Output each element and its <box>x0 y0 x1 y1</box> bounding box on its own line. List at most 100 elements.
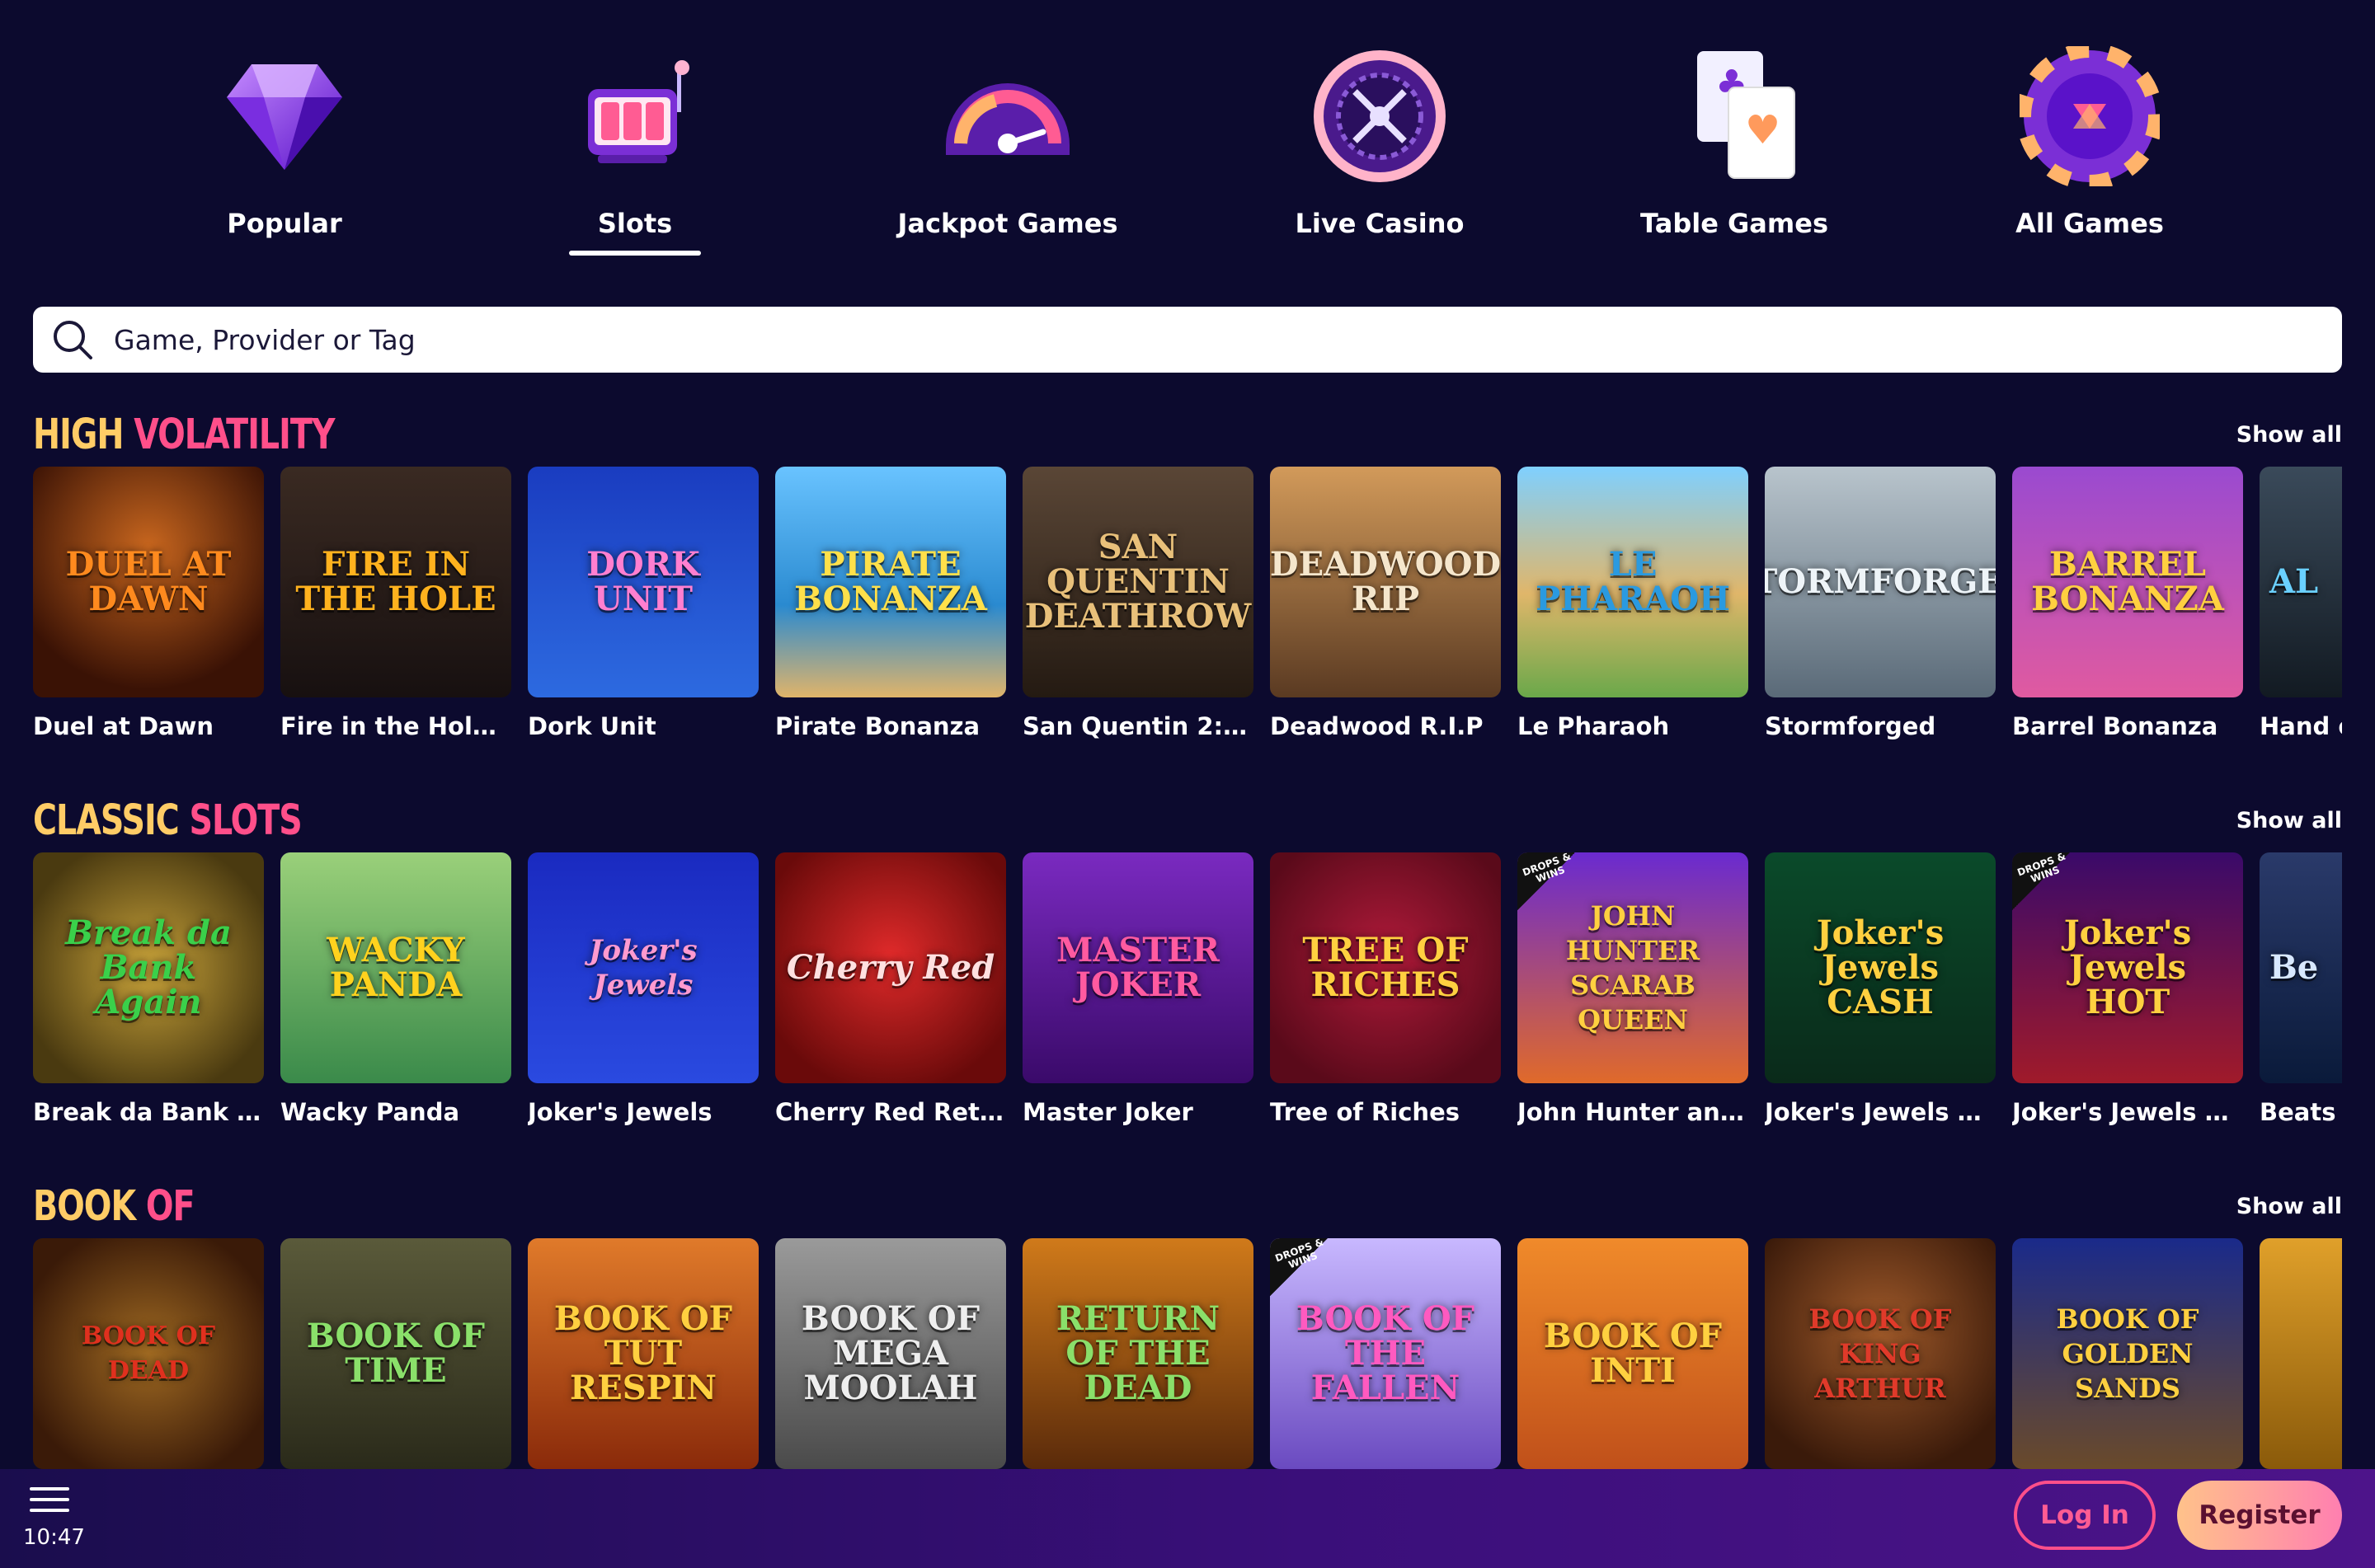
game-name: Le Pharaoh <box>1517 712 1670 740</box>
game-tile[interactable]: WACKY PANDA Wacky Panda <box>280 852 511 1126</box>
game-thumbnail: Joker's Jewels CASH <box>1765 852 1996 1083</box>
game-tile[interactable]: Joker's Jewels CASH Joker's Jewels Cash <box>1765 852 1996 1126</box>
game-thumbnail: RETURN OF THE DEAD <box>1023 1238 1253 1469</box>
game-tile[interactable]: BOOK OF TUT RESPIN <box>528 1238 759 1469</box>
tab-live-casino[interactable]: Live Casino <box>1256 46 1503 261</box>
drops-wins-badge: DROPS & WINS <box>1517 852 1575 910</box>
game-name: Stormforged <box>1765 712 1936 740</box>
game-tile[interactable]: BOOK OF INTI <box>1517 1238 1748 1469</box>
game-name: Barrel Bonanza <box>2012 712 2218 740</box>
svg-text:♥: ♥ <box>1745 107 1780 153</box>
game-thumbnail: BOOK OF MEGA MOOLAH <box>775 1238 1006 1469</box>
section-header: BOOK OF <box>33 1182 195 1232</box>
tab-table-games[interactable]: ♣ ♥ Table Games <box>1611 46 1858 261</box>
game-row: Break da Bank Again Break da Bank Ag... … <box>33 852 2342 1157</box>
game-thumbnail: PIRATE BONANZA <box>775 467 1006 697</box>
game-name: Joker's Jewels <box>528 1098 712 1126</box>
game-thumbnail: DUEL AT DAWN <box>33 467 264 697</box>
game-thumbnail: SAN QUENTIN DEATHROW <box>1023 467 1253 697</box>
game-tile[interactable]: BOOK OF KING ARTHUR <box>1765 1238 1996 1469</box>
game-tile[interactable]: DEADWOOD RIP Deadwood R.I.P <box>1270 467 1501 740</box>
diamond-icon <box>227 64 342 170</box>
game-thumbnail: Be <box>2260 852 2342 1083</box>
tab-label: Live Casino <box>1295 208 1465 239</box>
register-button[interactable]: Register <box>2177 1481 2342 1550</box>
tab-label: Table Games <box>1640 208 1828 239</box>
game-thumbnail: Break da Bank Again <box>33 852 264 1083</box>
game-thumbnail: BOOK OF TUT RESPIN <box>528 1238 759 1469</box>
section-header: HIGH VOLATILITY <box>33 411 336 460</box>
tab-slots[interactable]: Slots <box>511 46 759 261</box>
section-title: CLASSIC SLOTS <box>33 796 303 845</box>
game-tile[interactable]: AL Hand o <box>2260 467 2342 740</box>
game-tile[interactable]: DUEL AT DAWN Duel at Dawn <box>33 467 264 740</box>
tab-jackpot-games[interactable]: Jackpot Games <box>884 46 1131 261</box>
game-row: DUEL AT DAWN Duel at Dawn FIRE IN THE HO… <box>33 467 2342 772</box>
casino-page: Popular Slots Jackpot Games Live Casino … <box>0 0 2375 1568</box>
drops-wins-badge: DROPS & WINS <box>2012 852 2070 910</box>
game-thumbnail: DROPS & WINS Joker's Jewels HOT <box>2012 852 2243 1083</box>
tab-label: Slots <box>597 208 673 239</box>
tab-label: All Games <box>2015 208 2164 239</box>
game-name: Pirate Bonanza <box>775 712 981 740</box>
game-name: Duel at Dawn <box>33 712 214 740</box>
game-tile[interactable]: DROPS & WINS JOHN HUNTER SCARAB QUEEN Jo… <box>1517 852 1748 1126</box>
category-nav: Popular Slots Jackpot Games Live Casino … <box>0 0 2375 272</box>
game-thumbnail: BOOK OF GOLDEN SANDS <box>2012 1238 2243 1469</box>
game-tile[interactable]: DROPS & WINS Joker's Jewels HOT Joker's … <box>2012 852 2243 1126</box>
game-thumbnail: WACKY PANDA <box>280 852 511 1083</box>
roulette-icon <box>1314 50 1446 182</box>
game-tile[interactable]: BARREL BONANZA Barrel Bonanza <box>2012 467 2243 740</box>
show-all-link[interactable]: Show all <box>2236 1194 2342 1219</box>
game-tile[interactable]: BOOK OF DEAD <box>33 1238 264 1469</box>
game-tile[interactable]: Be Beats E <box>2260 852 2342 1126</box>
hamburger-menu-icon[interactable] <box>30 1487 69 1520</box>
search-bar[interactable] <box>33 307 2342 373</box>
show-all-link[interactable]: Show all <box>2236 808 2342 833</box>
search-input[interactable] <box>114 323 2258 356</box>
game-tile[interactable]: FIRE IN THE HOLE Fire in the Hole xB... <box>280 467 511 740</box>
section-title: HIGH VOLATILITY <box>33 411 336 459</box>
game-thumbnail: TREE OF RICHES <box>1270 852 1501 1083</box>
show-all-link[interactable]: Show all <box>2236 422 2342 448</box>
game-tile[interactable]: STORMFORGED Stormforged <box>1765 467 1996 740</box>
game-thumbnail: BARREL BONANZA <box>2012 467 2243 697</box>
game-tile[interactable]: LE PHARAOH Le Pharaoh <box>1517 467 1748 740</box>
section-title: BOOK OF <box>33 1182 195 1231</box>
game-tile[interactable]: MASTER JOKER Master Joker <box>1023 852 1253 1126</box>
tab-label: Jackpot Games <box>897 208 1118 239</box>
game-thumbnail: MASTER JOKER <box>1023 852 1253 1083</box>
casino-chip-icon <box>2020 46 2160 186</box>
game-tile[interactable]: DORK UNIT Dork Unit <box>528 467 759 740</box>
game-tile[interactable]: RETURN OF THE DEAD <box>1023 1238 1253 1469</box>
search-icon <box>54 321 92 359</box>
game-thumbnail <box>2260 1238 2342 1469</box>
game-name: Wacky Panda <box>280 1098 460 1126</box>
game-tile[interactable]: Joker's Jewels Joker's Jewels <box>528 852 759 1126</box>
game-tile[interactable]: TREE OF RICHES Tree of Riches <box>1270 852 1501 1126</box>
game-tile[interactable]: PIRATE BONANZA Pirate Bonanza <box>775 467 1006 740</box>
active-tab-indicator <box>569 251 701 256</box>
game-thumbnail: LE PHARAOH <box>1517 467 1748 697</box>
game-tile[interactable]: Break da Bank Again Break da Bank Ag... <box>33 852 264 1126</box>
game-name: Dork Unit <box>528 712 656 740</box>
game-name: Break da Bank Ag... <box>33 1098 264 1126</box>
game-tile[interactable]: BOOK OF GOLDEN SANDS <box>2012 1238 2243 1469</box>
tab-all-games[interactable]: All Games <box>1966 46 2213 261</box>
game-tile[interactable]: BOOK OF MEGA MOOLAH <box>775 1238 1006 1469</box>
game-thumbnail: DORK UNIT <box>528 467 759 697</box>
game-tile[interactable] <box>2260 1238 2342 1469</box>
game-tile[interactable]: BOOK OF TIME <box>280 1238 511 1469</box>
game-name: Cherry Red Retro ... <box>775 1098 1006 1126</box>
game-name: Fire in the Hole xB... <box>280 712 511 740</box>
game-tile[interactable]: Cherry Red Cherry Red Retro ... <box>775 852 1006 1126</box>
drops-wins-badge: DROPS & WINS <box>1270 1238 1328 1296</box>
game-thumbnail: FIRE IN THE HOLE <box>280 467 511 697</box>
game-tile[interactable]: SAN QUENTIN DEATHROW San Quentin 2: De..… <box>1023 467 1253 740</box>
tab-popular[interactable]: Popular <box>161 46 408 261</box>
game-name: Master Joker <box>1023 1098 1193 1126</box>
login-button[interactable]: Log In <box>2014 1481 2156 1550</box>
game-tile[interactable]: DROPS & WINS BOOK OF THE FALLEN <box>1270 1238 1501 1469</box>
section-header: CLASSIC SLOTS <box>33 796 303 846</box>
game-thumbnail: BOOK OF INTI <box>1517 1238 1748 1469</box>
